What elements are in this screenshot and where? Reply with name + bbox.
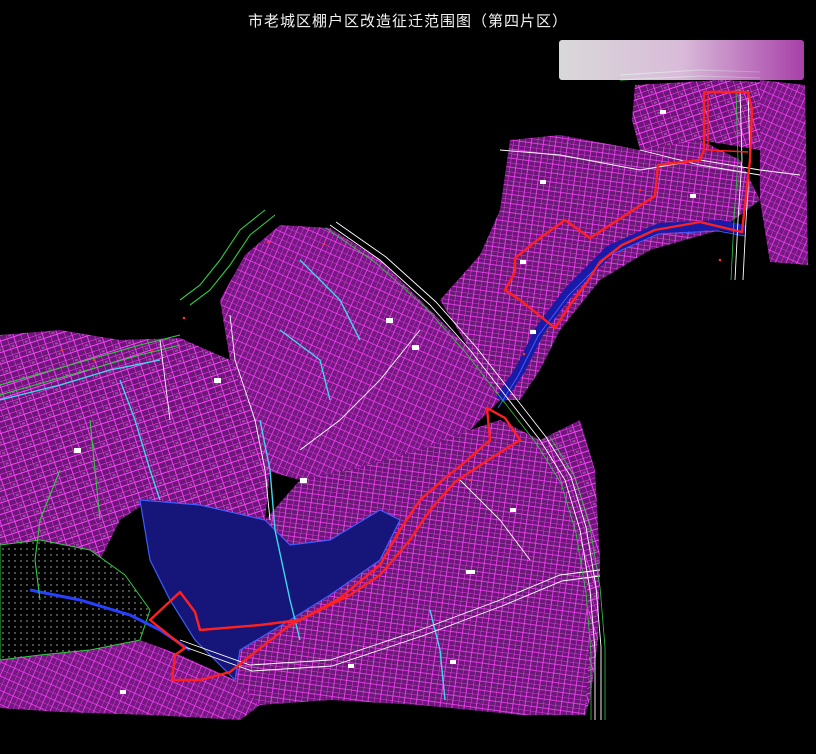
map-title: 市老城区棚户区改造征迁范围图（第四片区） — [247, 12, 568, 30]
map-canvas — [0, 0, 816, 754]
watermark-overlay — [559, 40, 804, 80]
